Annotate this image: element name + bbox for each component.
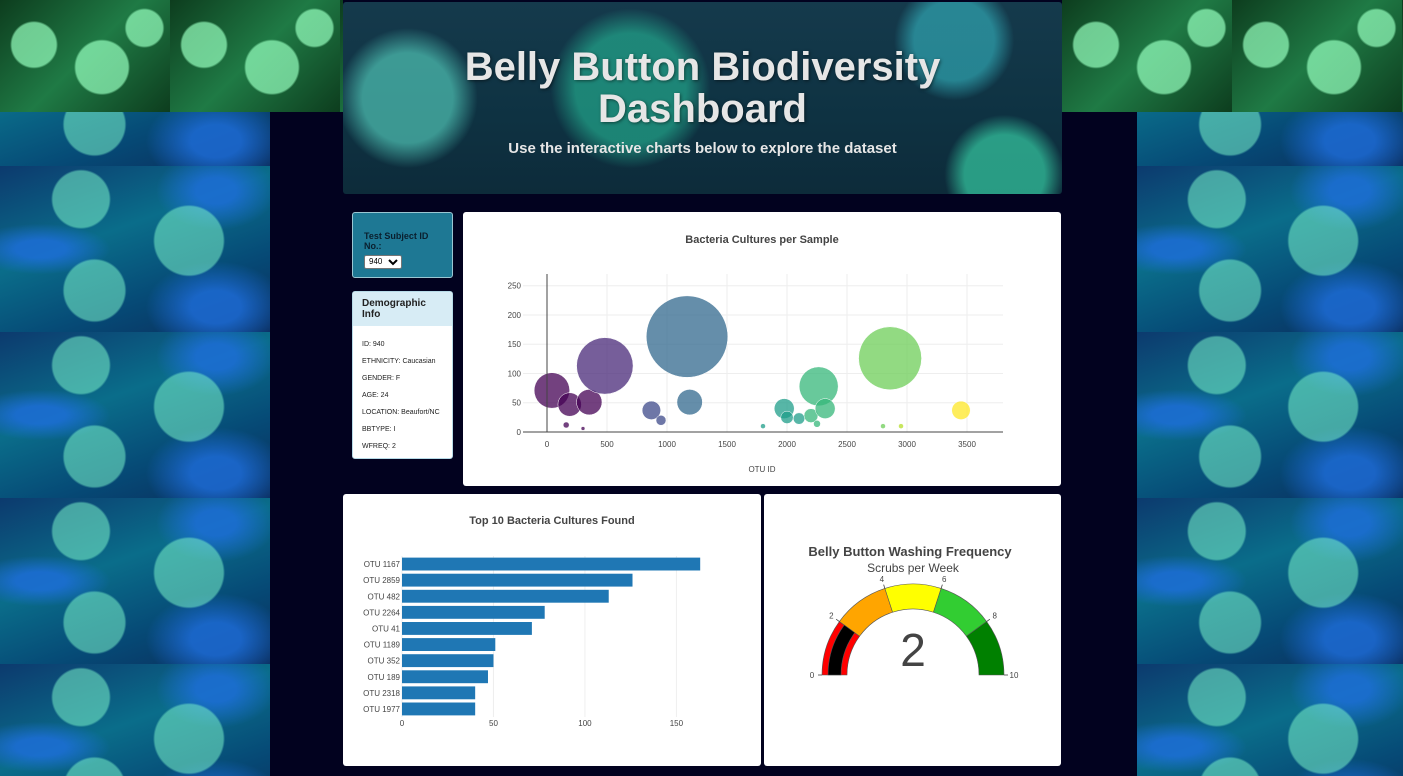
gauge-chart[interactable]: Belly Button Washing Frequency Scrubs pe… — [764, 494, 1061, 766]
bar-x-tick-label: 0 — [400, 719, 405, 728]
bar[interactable] — [402, 589, 609, 603]
bubble-point[interactable] — [813, 420, 821, 428]
background-image-right — [1137, 0, 1403, 776]
bar-category-label: OTU 482 — [368, 592, 401, 601]
header-banner: Belly Button Biodiversity Dashboard Use … — [343, 2, 1062, 194]
bubble-x-tick-label: 500 — [600, 440, 614, 449]
bar-category-label: OTU 2318 — [363, 689, 400, 698]
bubble-point[interactable] — [655, 415, 667, 426]
bubble-x-tick-label: 3500 — [958, 440, 976, 449]
bubble-point[interactable] — [880, 423, 886, 429]
gauge-tick-label: 6 — [942, 575, 947, 584]
bar[interactable] — [402, 702, 476, 716]
demographic-info-list: ID: 940 ETHNICITY: Caucasian GENDER: F A… — [353, 326, 452, 451]
bubble-point[interactable] — [562, 421, 570, 429]
bar-category-label: OTU 41 — [372, 624, 401, 633]
bubble-chart-title: Bacteria Cultures per Sample — [685, 234, 838, 246]
bubble-chart-points — [533, 295, 971, 431]
gauge-tick — [986, 618, 991, 622]
bar-chart[interactable]: Top 10 Bacteria Cultures Found 0 50 100 150… — [343, 494, 761, 766]
bar-category-label: OTU 1167 — [364, 560, 401, 569]
bubble-chart[interactable]: Bacteria Cultures per Sample 0 500 1000 150… — [463, 212, 1061, 486]
page-subtitle: Use the interactive charts below to expl… — [508, 140, 897, 157]
bubble-point[interactable] — [580, 426, 586, 431]
page-title: Belly Button Biodiversity Dashboard — [464, 45, 941, 131]
demographic-info-heading: Demographic Info — [353, 292, 452, 326]
gauge-tick-label: 8 — [992, 612, 997, 621]
gauge-tick-label: 2 — [829, 612, 834, 621]
bar[interactable] — [402, 622, 532, 635]
bar[interactable] — [402, 557, 701, 571]
bar-category-label: OTU 189 — [368, 673, 401, 682]
gauge-tick-label: 4 — [880, 575, 885, 584]
bubble-point[interactable] — [951, 400, 971, 420]
demographic-id: ID: 940 — [362, 341, 385, 348]
subject-id-dropdown[interactable]: 940 — [364, 254, 402, 269]
bubble-point[interactable] — [793, 412, 805, 425]
bar[interactable] — [402, 654, 494, 668]
demographic-bbtype: BBTYPE: I — [362, 426, 396, 433]
bubble-x-tick-label: 0 — [545, 440, 550, 449]
bubble-point[interactable] — [646, 295, 729, 378]
background-image-left — [0, 0, 270, 776]
bubble-point[interactable] — [898, 423, 904, 429]
bubble-x-tick-label: 2000 — [778, 440, 796, 449]
bubble-y-tick-label: 50 — [512, 399, 521, 408]
demographic-location: LOCATION: Beaufort/NC — [362, 409, 440, 416]
bubble-point[interactable] — [798, 366, 839, 407]
background-image-top-right — [1062, 0, 1403, 112]
bar-category-label: OTU 2264 — [363, 608, 400, 617]
bubble-x-axis-label: OTU ID — [748, 465, 775, 474]
demographic-gender: GENDER: F — [362, 375, 401, 382]
bar-x-tick-label: 100 — [578, 719, 592, 728]
gauge-tick-label: 10 — [1010, 671, 1019, 680]
bar-category-label: OTU 1189 — [364, 641, 401, 650]
background-image-top-left — [0, 0, 343, 112]
bar-x-tick-label: 50 — [489, 719, 498, 728]
bubble-x-tick-label: 2500 — [838, 440, 856, 449]
bubble-y-tick-label: 200 — [508, 311, 522, 320]
gauge-tick — [940, 584, 943, 589]
bar-x-tick-label: 150 — [670, 719, 684, 728]
bubble-point[interactable] — [760, 423, 766, 429]
bubble-y-tick-label: 150 — [508, 340, 522, 349]
bubble-x-tick-label: 3000 — [898, 440, 916, 449]
bubble-y-tick-label: 250 — [508, 282, 522, 291]
gauge-step — [884, 583, 942, 613]
bubble-chart-panel: Bacteria Cultures per Sample 0 500 1000 150… — [463, 212, 1061, 486]
bar[interactable] — [402, 573, 633, 587]
gauge-tick — [835, 618, 840, 622]
bar-chart-bars — [402, 557, 701, 716]
gauge-value: 2 — [900, 624, 926, 676]
bar[interactable] — [402, 605, 545, 619]
subject-selector-panel: Test Subject ID No.: 940 — [352, 212, 453, 278]
bar[interactable] — [402, 670, 488, 684]
subject-selector-label: Test Subject ID No.: — [364, 231, 429, 251]
gauge-title: Belly Button Washing Frequency — [808, 544, 1012, 559]
demographic-ethnicity: ETHNICITY: Caucasian — [362, 358, 436, 365]
gauge-tick — [883, 584, 886, 589]
bubble-x-tick-label: 1000 — [658, 440, 676, 449]
bubble-point[interactable] — [676, 389, 703, 416]
bubble-y-tick-label: 100 — [508, 369, 522, 378]
bar[interactable] — [402, 638, 496, 651]
bubble-y-tick-label: 0 — [517, 428, 522, 437]
demographic-info-panel: Demographic Info ID: 940 ETHNICITY: Cauc… — [352, 291, 453, 459]
gauge-chart-panel: Belly Button Washing Frequency Scrubs pe… — [764, 494, 1061, 766]
bubble-point[interactable] — [858, 326, 922, 391]
bar-chart-panel: Top 10 Bacteria Cultures Found 0 50 100 150… — [343, 494, 761, 766]
demographic-age: AGE: 24 — [362, 392, 389, 399]
bar-category-label: OTU 352 — [368, 657, 401, 666]
bar-category-label: OTU 1977 — [363, 705, 400, 714]
bubble-point[interactable] — [780, 410, 794, 424]
bar[interactable] — [402, 686, 476, 700]
bubble-point[interactable] — [814, 398, 836, 419]
gauge-subtitle: Scrubs per Week — [867, 561, 960, 575]
bar-category-label: OTU 2859 — [363, 576, 400, 585]
bubble-x-tick-label: 1500 — [718, 440, 736, 449]
demographic-wfreq: WFREQ: 2 — [362, 443, 396, 450]
bar-chart-title: Top 10 Bacteria Cultures Found — [469, 515, 634, 527]
bubble-point[interactable] — [576, 337, 634, 395]
gauge-tick-label: 0 — [810, 671, 815, 680]
